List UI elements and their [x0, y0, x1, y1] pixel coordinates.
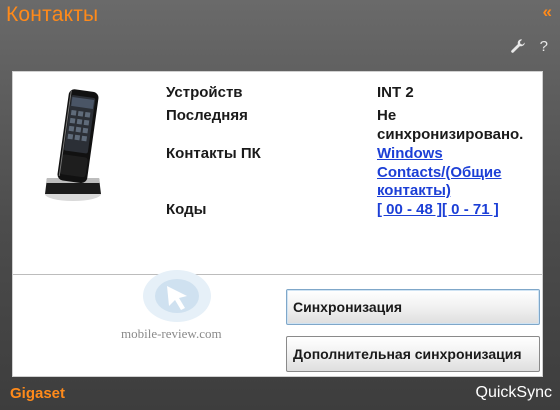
- sync-button[interactable]: Синхронизация: [286, 289, 540, 325]
- last-sync-label: Последняя: [166, 107, 248, 124]
- product-name: QuickSync: [475, 384, 552, 401]
- collapse-button[interactable]: «: [543, 2, 552, 22]
- help-button[interactable]: ?: [540, 39, 548, 54]
- window-title: Контакты: [6, 3, 99, 26]
- codes-link[interactable]: [ 00 - 48 ][ 0 - 71 ]: [377, 201, 537, 220]
- contacts-panel: Устройств INT 2 Последняя Не синхронизир…: [12, 71, 543, 377]
- toolbar: ?: [510, 36, 548, 56]
- divider: [13, 274, 542, 275]
- pc-contacts-link[interactable]: Windows Contacts/(Общие контакты): [377, 145, 517, 201]
- device-value: INT 2: [377, 84, 414, 101]
- wrench-icon[interactable]: [510, 38, 526, 54]
- title-bar: Контакты «: [0, 0, 560, 32]
- codes-label: Коды: [166, 201, 207, 218]
- additional-sync-button[interactable]: Дополнительная синхронизация: [286, 336, 540, 372]
- phone-device-image: [45, 89, 101, 201]
- pc-contacts-label: Контакты ПК: [166, 145, 261, 162]
- device-label: Устройств: [166, 84, 243, 101]
- brand-logo: Gigaset: [10, 385, 66, 402]
- last-sync-value: Не синхронизировано.: [377, 107, 524, 143]
- watermark-text: mobile-review.com: [121, 326, 222, 341]
